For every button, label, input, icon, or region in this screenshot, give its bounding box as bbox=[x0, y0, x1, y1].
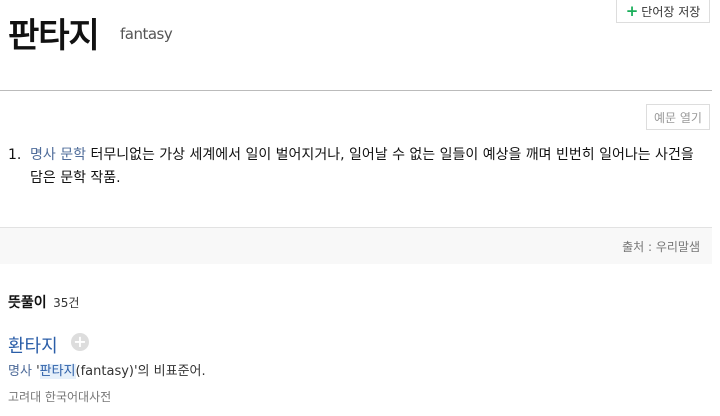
original-word: fantasy bbox=[120, 25, 173, 43]
divider bbox=[0, 90, 712, 91]
definition-body: 명사 문학 터무니없는 가상 세계에서 일이 벌어지거나, 일어날 수 없는 일… bbox=[30, 144, 708, 190]
save-to-wordbook-label: 단어장 저장 bbox=[641, 4, 701, 19]
definition-text: 터무니없는 가상 세계에서 일이 벌어지거나, 일어날 수 없는 일들이 예상을… bbox=[30, 147, 694, 186]
entry-word-link[interactable]: 환타지 bbox=[8, 332, 58, 358]
result-count: 35건 bbox=[53, 296, 80, 310]
headword: 판타지 bbox=[8, 16, 100, 56]
entry-pos: 명사 bbox=[8, 364, 32, 379]
section-label: 뜻풀이 bbox=[8, 295, 47, 311]
dictionary-name: 고려대 한국어대사전 bbox=[8, 390, 112, 404]
entry-def-suffix: (fantasy)'의 비표준어. bbox=[75, 364, 206, 379]
definition-number: 1. bbox=[8, 147, 22, 163]
entry-definition: 명사 '판타지(fantasy)'의 비표준어. bbox=[8, 360, 206, 379]
source-bar: 출처 : 우리말샘 bbox=[0, 227, 712, 264]
word-header: 판타지 fantasy + 단어장 저장 bbox=[0, 0, 720, 90]
entry-def-link[interactable]: 판타지 bbox=[39, 364, 76, 379]
meaning-section-title: 뜻풀이 35건 bbox=[8, 292, 79, 312]
add-icon[interactable]: + bbox=[71, 333, 89, 351]
part-of-speech: 명사 문학 bbox=[30, 147, 86, 163]
source-text: 출처 : 우리말샘 bbox=[622, 240, 700, 254]
open-examples-button[interactable]: 예문 열기 bbox=[646, 104, 710, 130]
definition-item: 1. 명사 문학 터무니없는 가상 세계에서 일이 벌어지거나, 일어날 수 없… bbox=[8, 144, 708, 190]
save-to-wordbook-button[interactable]: + 단어장 저장 bbox=[616, 0, 710, 23]
plus-icon: + bbox=[625, 1, 639, 20]
